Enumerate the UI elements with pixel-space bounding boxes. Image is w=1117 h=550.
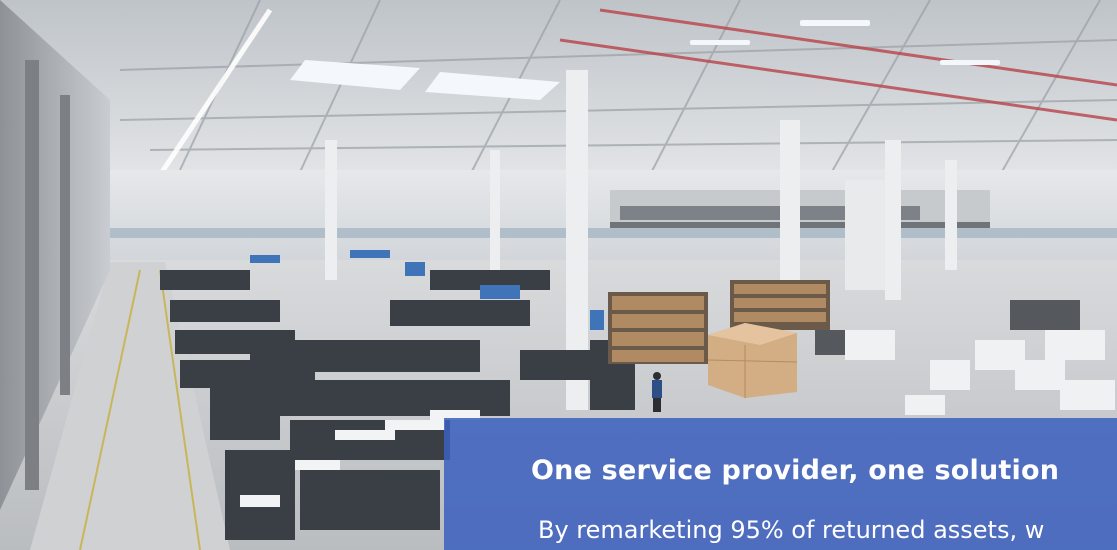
overlay-panel: One service provider, one solution By re… — [444, 418, 1117, 550]
hero-banner: One service provider, one solution By re… — [0, 0, 1117, 550]
overlay-body-text: By remarketing 95% of returned assets, w — [538, 516, 1045, 544]
overlay-title: One service provider, one solution — [531, 455, 1060, 486]
